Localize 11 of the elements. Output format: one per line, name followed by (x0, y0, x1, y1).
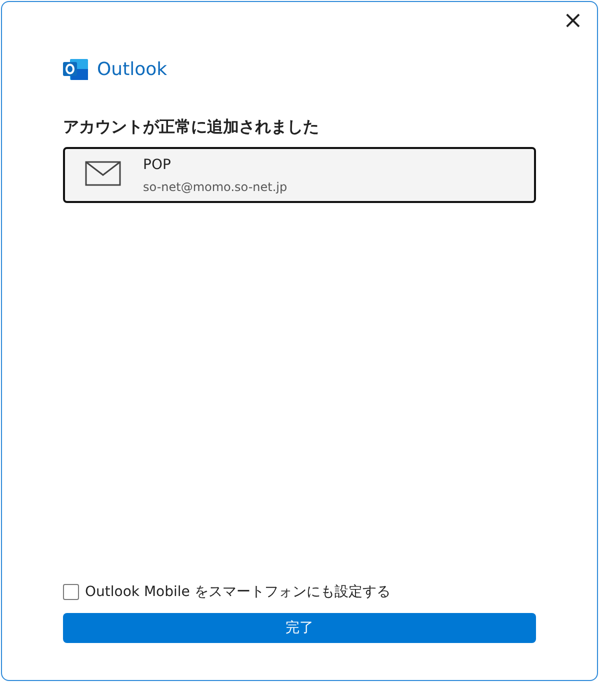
outlook-logo-icon (63, 58, 89, 81)
account-card[interactable]: POP so-net@momo.so-net.jp (63, 147, 536, 203)
account-email: so-net@momo.so-net.jp (143, 180, 288, 194)
envelope-icon (85, 160, 121, 186)
checkbox-label: Outlook Mobile をスマートフォンにも設定する (85, 583, 390, 601)
done-button[interactable]: 完了 (63, 613, 536, 643)
account-type: POP (143, 156, 172, 172)
checkbox[interactable] (63, 584, 79, 600)
app-name: Outlook (97, 59, 168, 80)
close-button[interactable]: × (558, 8, 587, 32)
dialog-heading: アカウントが正常に追加されました (63, 117, 320, 138)
